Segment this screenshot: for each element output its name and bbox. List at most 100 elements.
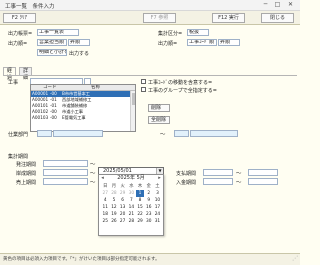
calendar-day[interactable]: 12 bbox=[110, 204, 119, 211]
calendar-day[interactable]: 20 bbox=[118, 211, 127, 218]
aggregate-label: 集計区分= bbox=[158, 31, 183, 37]
calendar-day[interactable]: 2 bbox=[145, 190, 154, 197]
calendar-day[interactable]: 31 bbox=[153, 218, 162, 225]
deposit-period-from[interactable] bbox=[203, 178, 233, 185]
title-bar: 工事一覧 条件入力 ─ □ ✕ bbox=[0, 0, 300, 11]
list-scrollbar[interactable] bbox=[130, 91, 135, 131]
calendar-day[interactable]: 11 bbox=[101, 204, 110, 211]
sales-period-tilde: ～ bbox=[90, 180, 96, 186]
kanri-to-name[interactable] bbox=[190, 130, 238, 137]
scrollbar-thumb[interactable] bbox=[132, 93, 135, 105]
payment-period-tilde: ～ bbox=[236, 171, 242, 177]
minimize-button[interactable]: ─ bbox=[261, 1, 270, 9]
kanri-tilde: ～ bbox=[160, 132, 166, 138]
sales-period-from[interactable] bbox=[43, 178, 88, 185]
calendar-weekday: 月 bbox=[111, 184, 117, 189]
calendar-day[interactable]: 8 bbox=[136, 197, 145, 204]
list-item[interactable]: A00103 -00 E管電気工事 bbox=[31, 115, 130, 121]
output-order2-direction[interactable]: 昇順 bbox=[218, 39, 240, 46]
sales-period-label: 売上期間 bbox=[16, 180, 37, 186]
output-order-direction[interactable]: 昇順 bbox=[68, 39, 90, 46]
next-month-icon[interactable]: ▸ bbox=[156, 175, 163, 182]
calendar-day[interactable]: 30 bbox=[127, 190, 136, 197]
calendar-day[interactable]: 3 bbox=[153, 190, 162, 197]
calendar-day[interactable]: 29 bbox=[136, 218, 145, 225]
status-text: 黄色の項目は必須入力項目です。「*」がけいた項目は部分指定可能されます。 bbox=[3, 257, 160, 262]
tab-keika[interactable]: 経過 bbox=[3, 67, 17, 81]
calendar-day[interactable]: 14 bbox=[127, 204, 136, 211]
calendar-day[interactable]: 17 bbox=[153, 204, 162, 211]
clear-button[interactable]: F2 ｸﾘｱ bbox=[3, 13, 36, 23]
calendar-day[interactable]: 30 bbox=[145, 218, 154, 225]
output-order-field[interactable]: 営業担当順 bbox=[37, 39, 67, 46]
koji-list[interactable]: コード 名称 A00001 -00 B市市営基本工 A00001 -01 西部地域補修工… bbox=[30, 84, 136, 132]
calendar-weekday: 木 bbox=[137, 184, 143, 189]
calendar-day[interactable]: 9 bbox=[145, 197, 154, 204]
calendar-day[interactable]: 21 bbox=[127, 211, 136, 218]
calendar-day[interactable]: 1 bbox=[135, 190, 145, 197]
kanri-to-code[interactable] bbox=[174, 130, 189, 137]
completion-period-label: 岸成期間 bbox=[16, 171, 37, 177]
koji-label: 工事 bbox=[8, 80, 19, 86]
calendar-weekday: 土 bbox=[155, 184, 160, 189]
calendar-day[interactable]: 25 bbox=[101, 218, 110, 225]
output-format-field[interactable]: 工事一覧表 bbox=[37, 29, 79, 36]
tab-divider bbox=[3, 75, 297, 76]
kanri-from-name[interactable] bbox=[53, 130, 103, 137]
deposit-period-to[interactable] bbox=[248, 178, 278, 185]
aggregate-field[interactable]: 税抜 bbox=[187, 29, 209, 36]
completion-period-from[interactable] bbox=[43, 169, 88, 176]
maximize-button[interactable]: □ bbox=[273, 1, 282, 9]
koji-group-checkbox[interactable] bbox=[141, 87, 146, 92]
execute-button[interactable]: F12 実行 bbox=[212, 13, 245, 23]
calendar-day[interactable]: 28 bbox=[127, 218, 136, 225]
calendar-day[interactable]: 13 bbox=[118, 204, 127, 211]
output-order2-label: 出力順= bbox=[158, 41, 178, 47]
delete-all-button[interactable]: 全削除 bbox=[148, 116, 170, 124]
calendar-day[interactable]: 4 bbox=[101, 197, 110, 204]
calendar-day[interactable]: 6 bbox=[118, 197, 127, 204]
payment-period-label: 支払期間 bbox=[176, 171, 197, 177]
calendar-day[interactable]: 5 bbox=[110, 197, 119, 204]
reference-button[interactable]: F7 参照 bbox=[143, 13, 176, 23]
delete-button[interactable]: 削除 bbox=[148, 104, 170, 112]
close-window-button[interactable]: ✕ bbox=[286, 1, 295, 9]
period-section-label: 集計期間 bbox=[8, 154, 29, 160]
calendar-day[interactable]: 23 bbox=[145, 211, 154, 218]
order-period-label: 発注期間 bbox=[16, 162, 37, 168]
status-bar: 黄色の項目は必須入力項目です。「*」がけいた項目は部分指定可能されます。 ⋰ bbox=[0, 253, 300, 265]
output-order2-field[interactable]: 工事ｺｰﾄﾞ順 bbox=[187, 39, 217, 46]
order-period-from[interactable] bbox=[43, 160, 88, 167]
calendar-header: ◂ 2025年 5月 ▸ bbox=[99, 175, 163, 182]
kanri-from-code[interactable] bbox=[37, 130, 52, 137]
calendar-day[interactable]: 18 bbox=[101, 211, 110, 218]
koji-move-checkbox[interactable] bbox=[141, 79, 146, 84]
calendar-day[interactable]: 19 bbox=[110, 211, 119, 218]
calendar-day[interactable]: 26 bbox=[110, 218, 119, 225]
calendar-day[interactable]: 7 bbox=[127, 197, 136, 204]
calendar-day[interactable]: 27 bbox=[118, 218, 127, 225]
output-format-label: 出力帳票= bbox=[8, 31, 33, 37]
tab-shosai[interactable]: 詳細 bbox=[19, 67, 33, 81]
resize-grip-icon[interactable]: ⋰ bbox=[292, 253, 298, 264]
payment-period-from[interactable] bbox=[203, 169, 233, 176]
calendar-day[interactable]: 27 bbox=[101, 190, 110, 197]
calendar-weekday: 水 bbox=[129, 184, 134, 189]
page-break-suffix: 出力する bbox=[69, 51, 90, 57]
close-button[interactable]: 閉じる bbox=[261, 13, 294, 23]
prev-month-icon[interactable]: ◂ bbox=[99, 175, 106, 182]
calendar-day[interactable]: 10 bbox=[153, 197, 162, 204]
calendar-day[interactable]: 28 bbox=[110, 190, 119, 197]
koji-group-label: 工事のグループで全指定する= bbox=[148, 88, 217, 94]
payment-period-to[interactable] bbox=[248, 169, 278, 176]
page-break-field[interactable]: 明細と小計を bbox=[37, 49, 67, 56]
calendar-day[interactable]: 29 bbox=[118, 190, 127, 197]
calendar-day[interactable]: 15 bbox=[136, 204, 145, 211]
calendar-weekday: 火 bbox=[120, 184, 125, 189]
calendar-day[interactable]: 22 bbox=[136, 211, 145, 218]
calendar-day[interactable]: 24 bbox=[153, 211, 162, 218]
completion-period-tilde: ～ bbox=[90, 171, 96, 177]
order-period-tilde: ～ bbox=[90, 162, 96, 168]
calendar-day[interactable]: 16 bbox=[145, 204, 154, 211]
calendar-weekday: 日 bbox=[103, 184, 108, 189]
